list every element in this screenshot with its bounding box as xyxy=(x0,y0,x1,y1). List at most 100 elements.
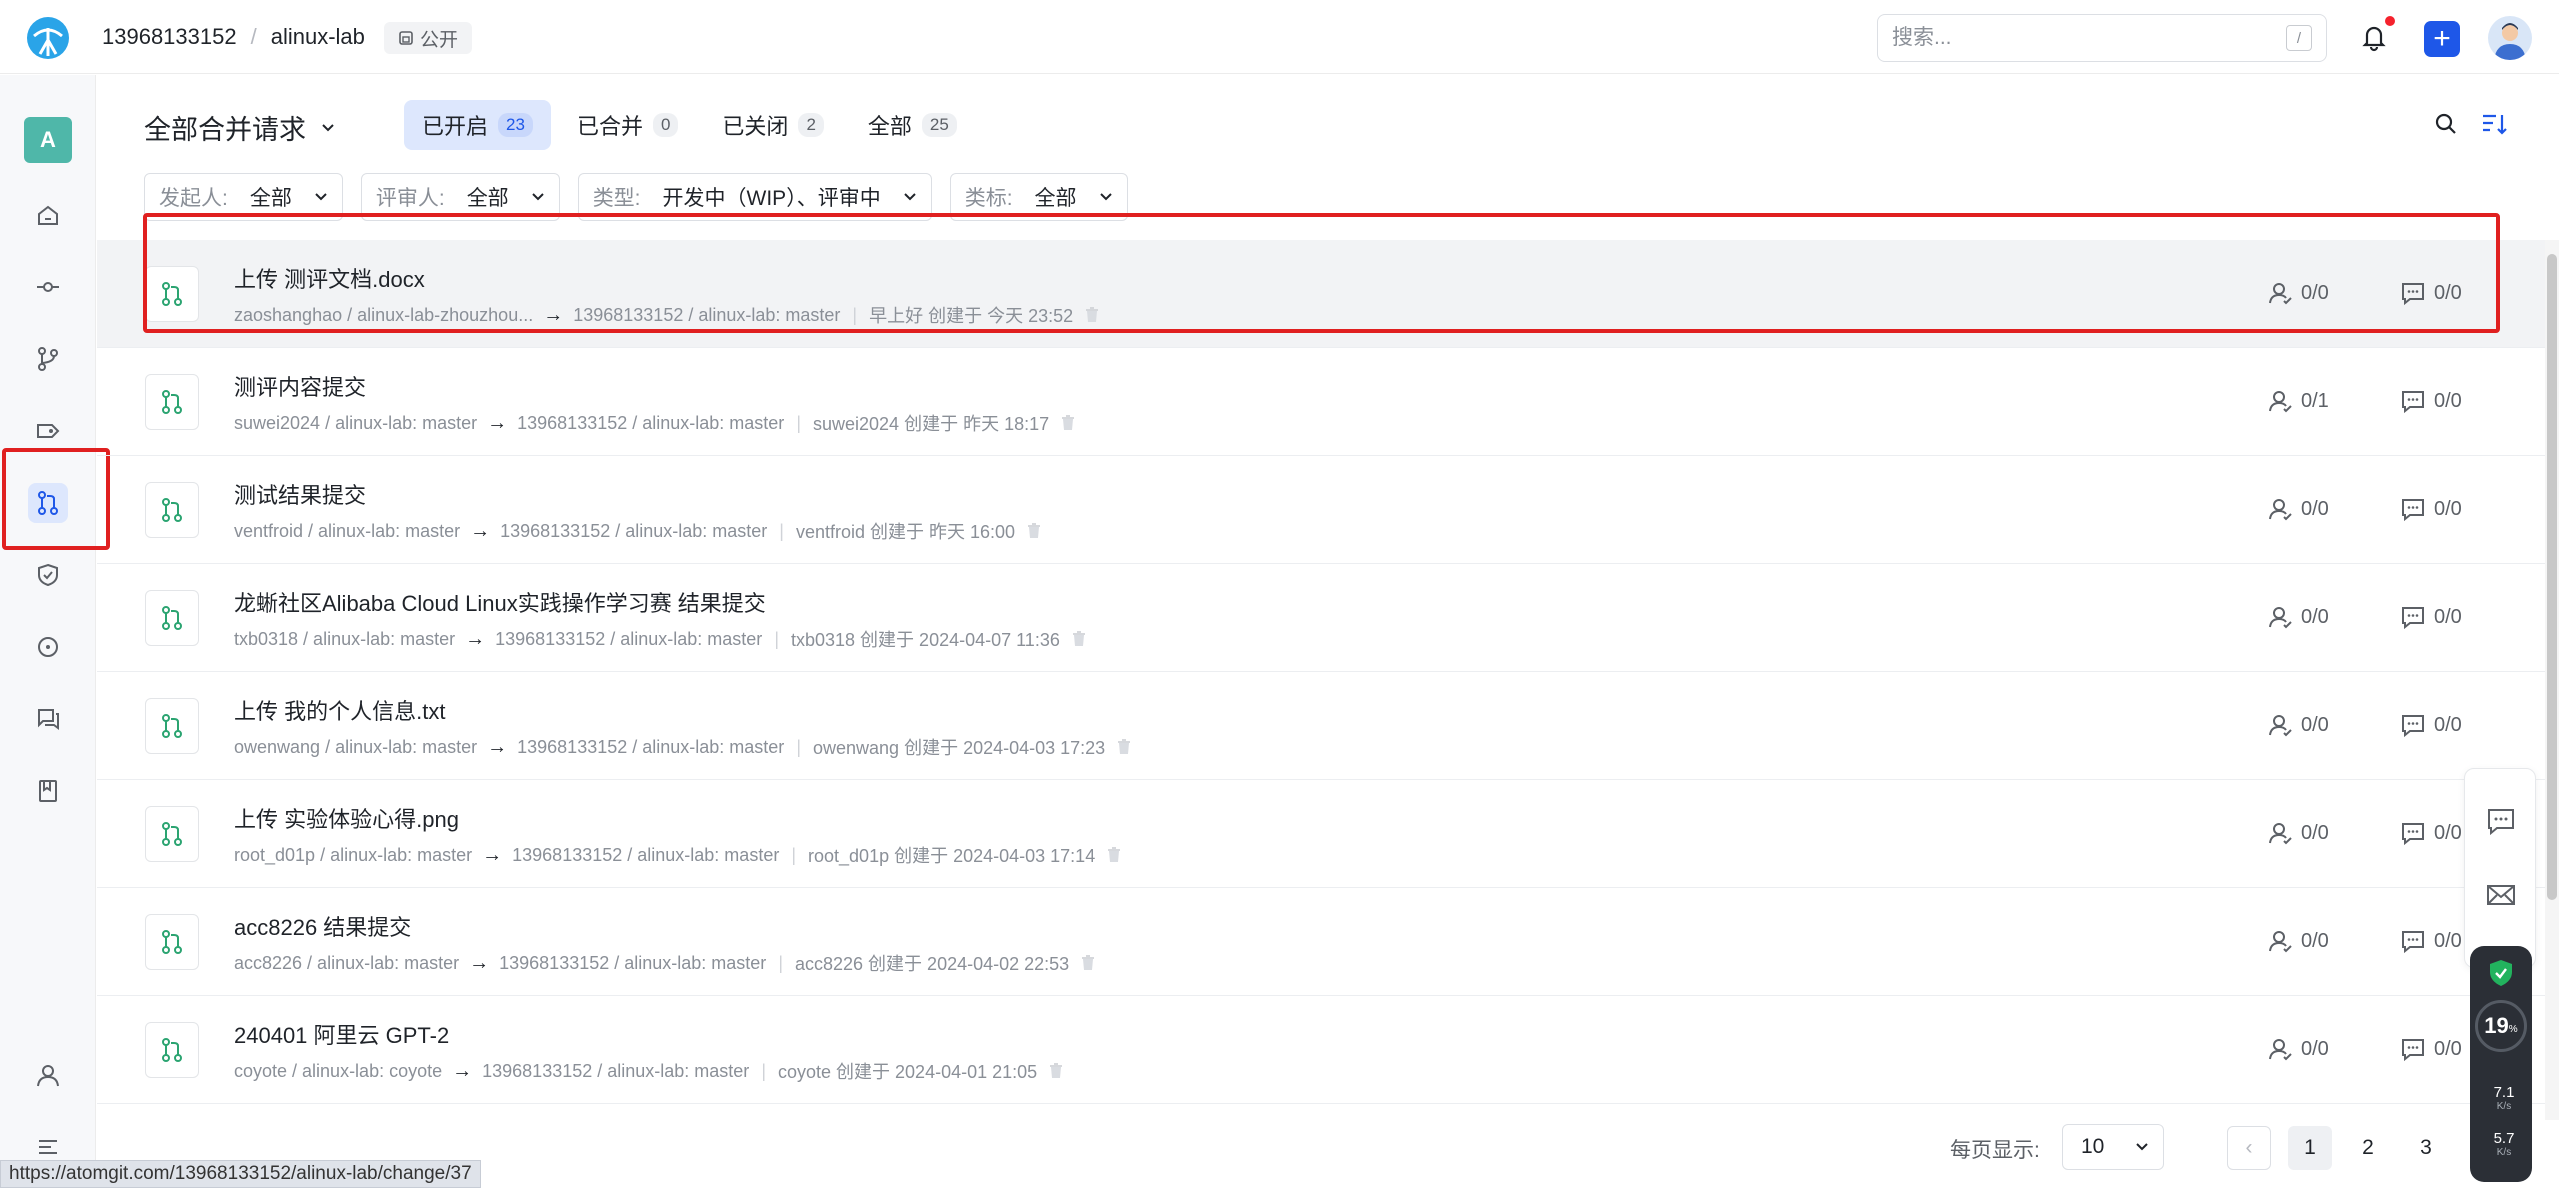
mr-target-branch[interactable]: 13968133152 / alinux-lab: master xyxy=(482,1061,749,1082)
mr-reviewers[interactable]: 0/0 xyxy=(2267,496,2329,522)
member-icon[interactable] xyxy=(28,1055,68,1095)
mr-comments[interactable]: 0/0 xyxy=(2400,928,2462,954)
mr-source-branch[interactable]: root_d01p / alinux-lab: master xyxy=(234,845,472,866)
search-input[interactable] xyxy=(1892,26,2286,50)
user-avatar[interactable] xyxy=(2488,16,2532,60)
mr-target-branch[interactable]: 13968133152 / alinux-lab: master xyxy=(517,413,784,434)
search-icon[interactable] xyxy=(2432,110,2460,138)
wiki-icon[interactable] xyxy=(28,771,68,811)
breadcrumb-repo[interactable]: alinux-lab xyxy=(271,24,365,50)
mr-comments[interactable]: 0/0 xyxy=(2400,496,2462,522)
delete-branch-icon[interactable] xyxy=(1085,307,1099,323)
delete-branch-icon[interactable] xyxy=(1107,847,1121,863)
comment-icon xyxy=(2400,820,2426,846)
tag-icon[interactable] xyxy=(28,411,68,451)
mr-target-branch[interactable]: 13968133152 / alinux-lab: master xyxy=(517,737,784,758)
issue-icon[interactable] xyxy=(28,627,68,667)
filter-author[interactable]: 发起人: 全部 xyxy=(144,173,343,221)
shield-icon[interactable] xyxy=(28,555,68,595)
sort-icon[interactable] xyxy=(2480,110,2508,138)
mr-reviewers[interactable]: 0/0 xyxy=(2267,712,2329,738)
tab-all[interactable]: 全部 25 xyxy=(850,100,975,150)
mr-title[interactable]: 上传 我的个人信息.txt xyxy=(234,694,445,726)
mr-title[interactable]: 测评内容提交 xyxy=(234,370,366,402)
delete-branch-icon[interactable] xyxy=(1027,523,1041,539)
mr-row[interactable]: 测试结果提交 ventfroid / alinux-lab: master → 139… xyxy=(97,456,2545,564)
filter-reviewer[interactable]: 评审人: 全部 xyxy=(360,173,560,221)
tab-merged[interactable]: 已合并 0 xyxy=(559,100,696,150)
atomgit-logo[interactable] xyxy=(26,16,70,60)
mr-source-branch[interactable]: owenwang / alinux-lab: master xyxy=(234,737,477,758)
tab-label: 已合并 xyxy=(576,114,643,139)
mr-target-branch[interactable]: 13968133152 / alinux-lab: master xyxy=(500,521,767,542)
commit-icon[interactable] xyxy=(28,267,68,307)
mr-source-branch[interactable]: ventfroid / alinux-lab: master xyxy=(234,521,460,542)
mr-row[interactable]: acc8226 结果提交 acc8226 / alinux-lab: master… xyxy=(97,888,2545,996)
mr-reviewers[interactable]: 0/0 xyxy=(2267,604,2329,630)
mr-reviewers[interactable]: 0/0 xyxy=(2267,928,2329,954)
filter-label-tag[interactable]: 类标: 全部 xyxy=(949,173,1128,221)
page-button-3[interactable]: 3 xyxy=(2404,1126,2448,1170)
mr-scope-dropdown[interactable]: 全部合并请求 xyxy=(144,108,336,147)
mr-source-branch[interactable]: coyote / alinux-lab: coyote xyxy=(234,1061,442,1082)
mr-row[interactable]: 龙蜥社区Alibaba Cloud Linux实践操作学习赛 结果提交 txb03… xyxy=(97,564,2545,672)
mr-reviewers[interactable]: 0/0 xyxy=(2267,820,2329,846)
mr-target-branch[interactable]: 13968133152 / alinux-lab: master xyxy=(512,845,779,866)
delete-branch-icon[interactable] xyxy=(1117,739,1131,755)
scrollbar-thumb[interactable] xyxy=(2547,254,2557,900)
page-button-2[interactable]: 2 xyxy=(2346,1126,2390,1170)
mr-title[interactable]: acc8226 结果提交 xyxy=(234,910,411,942)
mr-comments[interactable]: 0/0 xyxy=(2400,712,2462,738)
mr-title[interactable]: 240401 阿里云 GPT-2 xyxy=(234,1018,449,1050)
notification-bell-icon[interactable] xyxy=(2359,22,2389,52)
mr-meta: root_d01p / alinux-lab: master → 139681331… xyxy=(234,842,1121,868)
mr-reviewers[interactable]: 0/0 xyxy=(2267,280,2329,306)
discussion-icon[interactable] xyxy=(28,699,68,739)
mr-title[interactable]: 龙蜥社区Alibaba Cloud Linux实践操作学习赛 结果提交 xyxy=(234,586,766,618)
mr-comments[interactable]: 0/0 xyxy=(2400,388,2462,414)
mr-target-branch[interactable]: 13968133152 / alinux-lab: master xyxy=(573,305,840,326)
branch-icon[interactable] xyxy=(28,339,68,379)
mr-target-branch[interactable]: 13968133152 / alinux-lab: master xyxy=(499,953,766,974)
prev-page-button[interactable]: ‹ xyxy=(2227,1126,2271,1170)
mr-source-branch[interactable]: acc8226 / alinux-lab: master xyxy=(234,953,459,974)
meta-divider: | xyxy=(778,952,783,973)
tab-closed[interactable]: 已关闭 2 xyxy=(704,100,841,150)
delete-branch-icon[interactable] xyxy=(1081,955,1095,971)
mr-title[interactable]: 上传 测评文档.docx xyxy=(234,262,425,294)
mr-reviewers[interactable]: 0/1 xyxy=(2267,388,2329,414)
mr-comments[interactable]: 0/0 xyxy=(2400,1036,2462,1062)
global-search[interactable]: / xyxy=(1877,14,2327,62)
network-speed-widget[interactable]: 19% 7.1 K/s 5.7 K/s xyxy=(2470,946,2532,1182)
arrow-right-icon: → xyxy=(482,843,503,866)
mr-source-branch[interactable]: txb0318 / alinux-lab: master xyxy=(234,629,455,650)
create-new-button[interactable]: + xyxy=(2424,21,2460,57)
mr-title[interactable]: 上传 实验体验心得.png xyxy=(234,802,459,834)
mr-comments[interactable]: 0/0 xyxy=(2400,280,2462,306)
filter-type[interactable]: 类型: 开发中（WIP）、评审中 xyxy=(577,173,932,221)
mr-row[interactable]: 上传 实验体验心得.png root_d01p / alinux-lab: mas… xyxy=(97,780,2545,888)
delete-branch-icon[interactable] xyxy=(1061,415,1075,431)
mr-target-branch[interactable]: 13968133152 / alinux-lab: master xyxy=(495,629,762,650)
mr-comments[interactable]: 0/0 xyxy=(2400,604,2462,630)
per-page-select[interactable]: 10 xyxy=(2062,1124,2164,1170)
mr-row[interactable]: 240401 阿里云 GPT-2 coyote / alinux-lab: coy… xyxy=(97,996,2545,1104)
repo-avatar[interactable]: A xyxy=(24,117,72,163)
delete-branch-icon[interactable] xyxy=(1072,631,1086,647)
home-icon[interactable] xyxy=(28,195,68,235)
mr-row[interactable]: 上传 测评文档.docx zaoshanghao / alinux-lab-zho… xyxy=(97,240,2545,348)
mr-source-branch[interactable]: zaoshanghao / alinux-lab-zhouzhou... xyxy=(234,305,533,326)
mr-title[interactable]: 测试结果提交 xyxy=(234,478,366,510)
mr-reviewers[interactable]: 0/0 xyxy=(2267,1036,2329,1062)
feedback-chat-icon[interactable] xyxy=(2485,805,2517,837)
tab-open[interactable]: 已开启 23 xyxy=(404,100,551,150)
mail-icon[interactable] xyxy=(2485,879,2517,911)
mr-comments[interactable]: 0/0 xyxy=(2400,820,2462,846)
mr-source-branch[interactable]: suwei2024 / alinux-lab: master xyxy=(234,413,477,434)
page-button-1[interactable]: 1 xyxy=(2288,1126,2332,1170)
mr-row[interactable]: 上传 我的个人信息.txt owenwang / alinux-lab: mast… xyxy=(97,672,2545,780)
delete-branch-icon[interactable] xyxy=(1049,1063,1063,1079)
breadcrumb-owner[interactable]: 13968133152 xyxy=(102,24,237,50)
merge-request-icon[interactable] xyxy=(28,483,68,523)
mr-row[interactable]: 测评内容提交 suwei2024 / alinux-lab: master → 139… xyxy=(97,348,2545,456)
